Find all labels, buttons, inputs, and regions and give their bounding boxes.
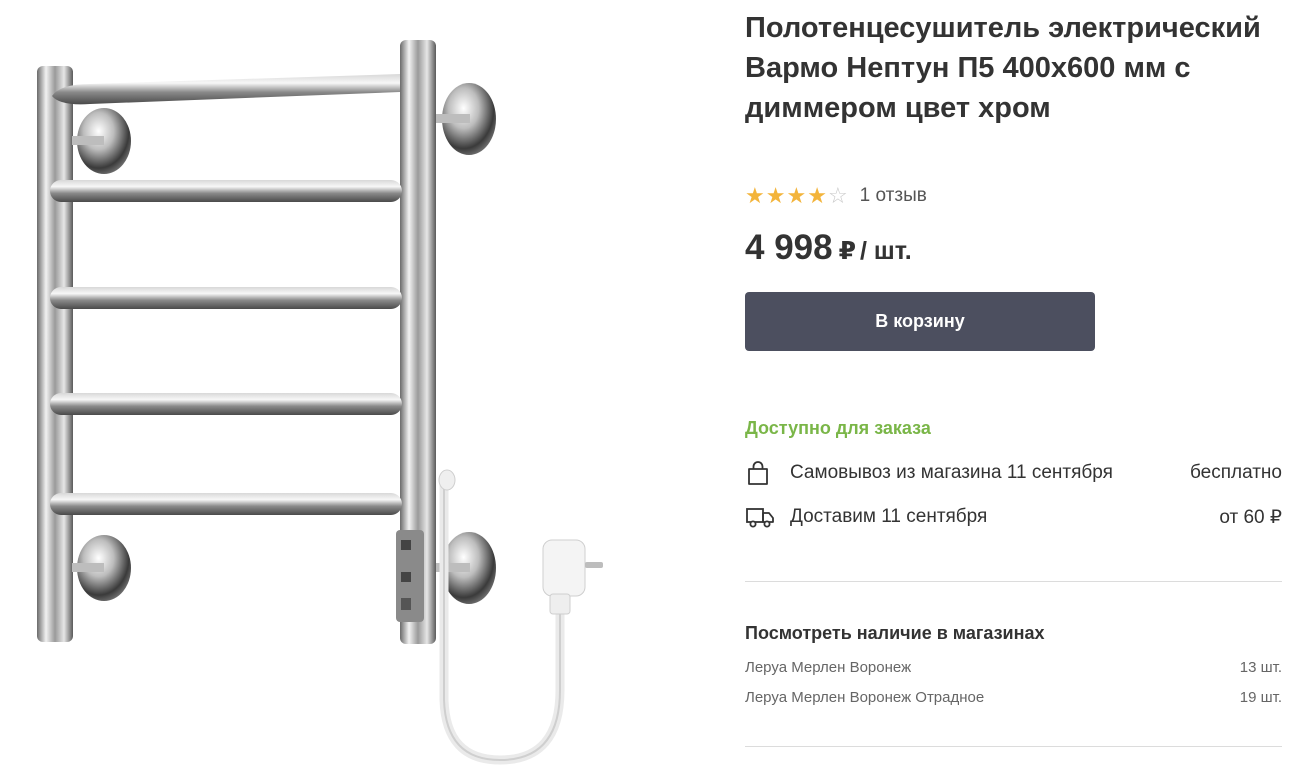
reviews-link[interactable]: 1 отзыв <box>860 185 927 207</box>
store-qty: 13 шт. <box>1239 659 1282 676</box>
star-empty-icon: ☆ <box>827 183 848 208</box>
add-to-cart-button[interactable]: В корзину <box>745 292 1095 351</box>
price-value: 4 998 <box>745 228 833 267</box>
product-rating[interactable]: ★ ★ ★ ★ ☆ 1 отзыв <box>745 183 927 209</box>
store-row[interactable]: Леруа Мерлен Воронеж 13 шт. <box>745 659 1282 679</box>
pickup-price: бесплатно <box>1189 462 1282 483</box>
store-row[interactable]: Леруа Мерлен Воронеж Отрадное 19 шт. <box>745 689 1282 709</box>
product-title: Полотенцесушитель электрический Вармо Не… <box>745 12 1261 124</box>
shopping-bag-icon <box>745 459 775 487</box>
price-currency: ₽ <box>838 237 856 265</box>
product-image[interactable] <box>0 0 700 768</box>
delivery-truck-icon <box>745 503 775 531</box>
price-unit: / шт. <box>860 237 912 265</box>
availability-status: Доступно для заказа <box>745 418 931 438</box>
star-filled-icon: ★ <box>765 183 786 208</box>
pickup-option: Самовывоз из магазина 11 сентября беспла… <box>745 459 1282 487</box>
rating-stars: ★ ★ ★ ★ ☆ <box>745 185 848 207</box>
divider <box>745 746 1282 747</box>
courier-label: Доставим 11 сентября <box>790 506 988 527</box>
star-filled-icon: ★ <box>745 183 765 208</box>
stores-availability-link[interactable]: Посмотреть наличие в магазинах <box>745 623 1045 644</box>
store-name: Леруа Мерлен Воронеж <box>745 659 912 676</box>
price-block: 4 998 ₽ / шт. <box>745 228 912 268</box>
courier-option: Доставим 11 сентября от 60 ₽ <box>745 503 1282 531</box>
product-image-gallery[interactable] <box>0 0 700 768</box>
courier-price: от 60 ₽ <box>1219 506 1282 528</box>
star-filled-icon: ★ <box>807 183 827 208</box>
store-qty: 19 шт. <box>1239 689 1282 706</box>
store-name: Леруа Мерлен Воронеж Отрадное <box>745 689 985 706</box>
divider <box>745 581 1282 582</box>
star-filled-icon: ★ <box>786 183 807 208</box>
pickup-label: Самовывоз из магазина 11 сентября <box>790 462 1113 483</box>
